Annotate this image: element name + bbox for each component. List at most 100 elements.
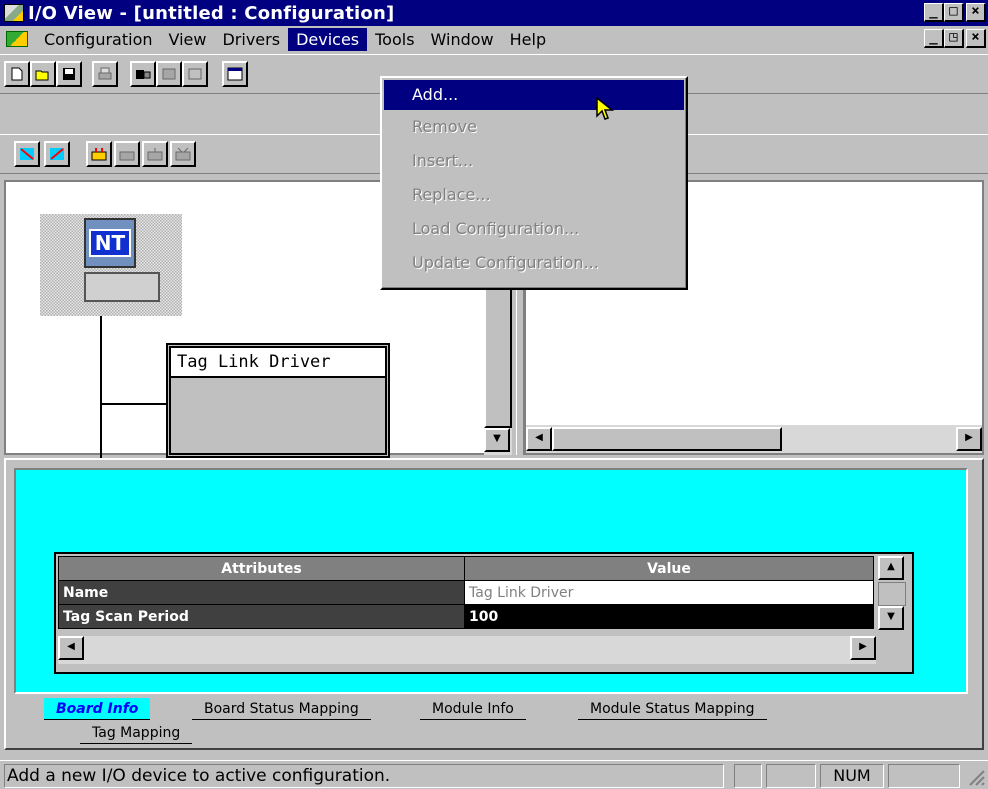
properties-panel: Attributes Value Name Tag Link Driver Ta… (4, 458, 984, 750)
tab-module-status-mapping[interactable]: Module Status Mapping (578, 698, 767, 720)
expand-arrows-icon (20, 148, 34, 160)
document-icon[interactable] (6, 31, 28, 47)
driver-node-label: Tag Link Driver (171, 348, 385, 378)
tab-board-info[interactable]: Board Info (44, 698, 151, 720)
tab-board-status-mapping[interactable]: Board Status Mapping (192, 698, 371, 720)
insert-device-icon (147, 148, 163, 161)
value-cell[interactable]: Tag Link Driver (464, 580, 874, 605)
remove-driver-button[interactable] (156, 61, 182, 87)
open-folder-icon (35, 70, 49, 81)
mouse-cursor-icon (596, 97, 615, 120)
attribute-cell: Tag Scan Period (58, 604, 465, 629)
num-lock-indicator: NUM (820, 764, 884, 788)
menu-item-update-configuration[interactable]: Update Configuration... (384, 246, 684, 280)
close-button[interactable]: × (966, 3, 986, 22)
remove-device-icon (119, 151, 135, 161)
grid-corner (878, 636, 908, 664)
collapse-arrows-icon (50, 148, 64, 160)
properties-window-icon (227, 67, 243, 81)
grid-scroll-down-button[interactable]: ▼ (878, 606, 904, 630)
right-scroll-thumb[interactable] (552, 427, 782, 451)
tree-scroll-thumb[interactable] (484, 288, 512, 428)
status-message: Add a new I/O device to active configura… (4, 764, 724, 788)
devices-dropdown-menu: Add... Remove Insert... Replace... Load … (380, 76, 688, 290)
replace-driver-button[interactable] (182, 61, 208, 87)
collapse-button[interactable] (44, 141, 70, 167)
table-row[interactable]: Tag Scan Period 100 (58, 604, 874, 629)
resize-grip-icon[interactable] (966, 767, 986, 787)
replace-driver-icon (188, 68, 202, 80)
grid-vertical-scrollbar[interactable]: ▲ ▼ (878, 556, 908, 632)
add-driver-icon (136, 70, 151, 79)
title-bar[interactable]: I/O View - [untitled : Configuration] _ … (0, 0, 988, 26)
nt-computer-node[interactable]: NT (40, 214, 182, 316)
monitor-icon: NT (84, 218, 136, 268)
add-device-button[interactable] (86, 141, 112, 167)
new-file-icon (11, 67, 23, 81)
new-button[interactable] (4, 61, 30, 87)
expand-button[interactable] (14, 141, 40, 167)
tree-connector-horizontal (100, 403, 166, 405)
remove-device-button[interactable] (114, 141, 140, 167)
tab-tag-mapping[interactable]: Tag Mapping (80, 722, 193, 744)
print-button[interactable] (92, 61, 118, 87)
nt-label: NT (88, 229, 132, 257)
menu-window[interactable]: Window (423, 28, 502, 51)
menu-view[interactable]: View (161, 28, 215, 51)
computer-base-icon (84, 272, 160, 302)
status-indicator-4 (888, 764, 960, 788)
menu-devices[interactable]: Devices (288, 27, 368, 51)
menu-item-remove[interactable]: Remove (384, 110, 684, 144)
status-indicator-1 (734, 764, 762, 788)
open-button[interactable] (30, 61, 56, 87)
replace-device-icon (175, 147, 191, 161)
tag-link-driver-node[interactable]: Tag Link Driver (166, 343, 390, 458)
minimize-button[interactable]: _ (924, 3, 944, 22)
value-cell[interactable]: 100 (464, 604, 874, 629)
value-column-header[interactable]: Value (464, 556, 874, 581)
mdi-restore-button[interactable]: ◳ (944, 29, 964, 48)
mdi-minimize-button[interactable]: _ (924, 29, 944, 48)
grid-scroll-up-button[interactable]: ▲ (878, 556, 904, 580)
tree-connector-vertical (100, 316, 102, 458)
attributes-grid: Attributes Value Name Tag Link Driver Ta… (54, 552, 914, 674)
menu-item-insert[interactable]: Insert... (384, 144, 684, 178)
menu-drivers[interactable]: Drivers (214, 28, 288, 51)
right-horizontal-scrollbar[interactable]: ◀ ▶ (526, 425, 982, 453)
menu-bar: Configuration View Drivers Devices Tools… (0, 26, 988, 52)
attributes-table: Attributes Value Name Tag Link Driver Ta… (58, 556, 874, 629)
tab-module-info[interactable]: Module Info (420, 698, 526, 720)
menu-help[interactable]: Help (502, 28, 554, 51)
menu-item-add[interactable]: Add... (384, 80, 684, 110)
menu-item-replace[interactable]: Replace... (384, 178, 684, 212)
printer-icon (98, 67, 112, 80)
properties-content-area: Attributes Value Name Tag Link Driver Ta… (14, 468, 968, 694)
properties-button[interactable] (222, 61, 248, 87)
app-icon[interactable] (4, 4, 24, 22)
insert-device-button[interactable] (142, 141, 168, 167)
menu-tools[interactable]: Tools (367, 28, 422, 51)
replace-device-button[interactable] (170, 141, 196, 167)
status-bar: Add a new I/O device to active configura… (0, 760, 988, 789)
grid-scroll-right-button[interactable]: ▶ (850, 636, 876, 660)
scroll-left-button[interactable]: ◀ (526, 427, 552, 451)
grid-horizontal-scrollbar[interactable]: ◀ ▶ (58, 636, 876, 664)
attribute-cell: Name (58, 580, 465, 605)
add-driver-button[interactable] (130, 61, 156, 87)
menu-item-load-configuration[interactable]: Load Configuration... (384, 212, 684, 246)
grid-scroll-left-button[interactable]: ◀ (58, 636, 84, 660)
mdi-close-button[interactable]: × (966, 29, 986, 48)
scroll-down-button[interactable]: ▼ (484, 428, 510, 452)
menu-configuration[interactable]: Configuration (36, 28, 161, 51)
table-row[interactable]: Name Tag Link Driver (58, 580, 874, 605)
status-indicator-2 (766, 764, 816, 788)
save-button[interactable] (56, 61, 82, 87)
add-device-icon (91, 148, 107, 161)
scroll-right-button[interactable]: ▶ (956, 427, 982, 451)
window-title: I/O View - [untitled : Configuration] (28, 2, 395, 24)
save-disk-icon (63, 68, 75, 80)
attributes-column-header[interactable]: Attributes (58, 556, 465, 581)
grid-scroll-thumb[interactable] (878, 582, 906, 606)
maximize-button[interactable]: □ (944, 3, 964, 22)
remove-driver-icon (162, 68, 176, 80)
